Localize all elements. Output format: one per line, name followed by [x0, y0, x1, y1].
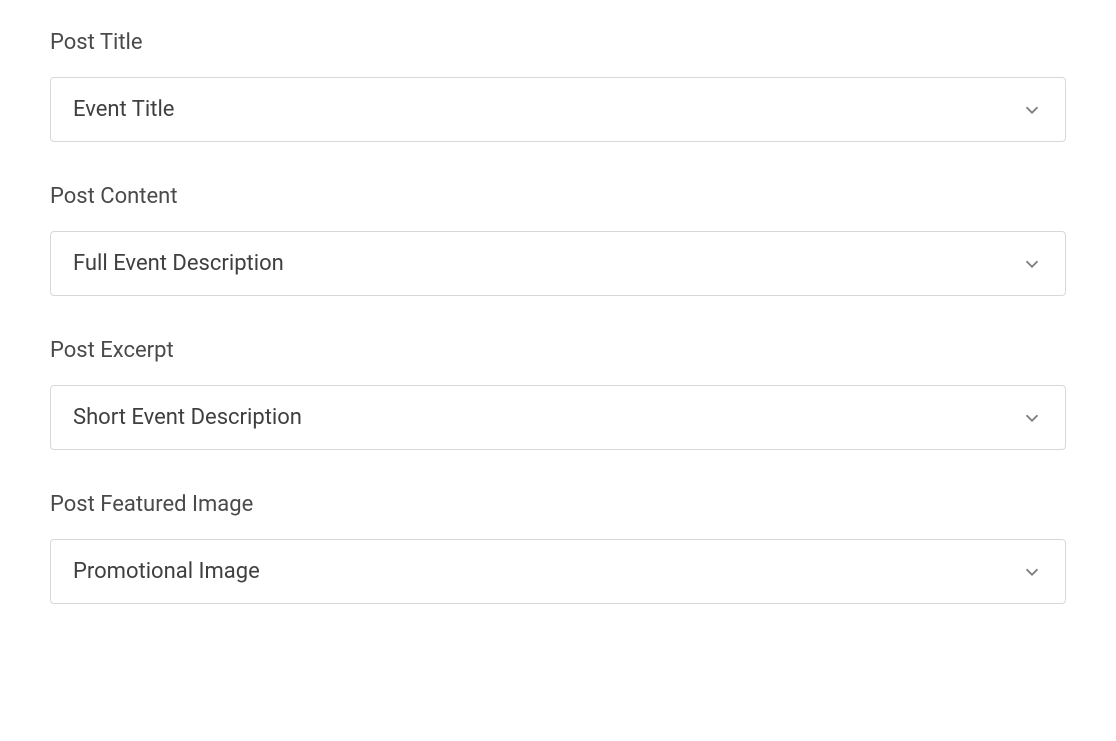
select-post-title[interactable]: Event Title — [50, 77, 1066, 142]
field-mapping-form: Post Title Event Title Post Content Full… — [50, 30, 1066, 646]
select-post-featured-image[interactable]: Promotional Image — [50, 539, 1066, 604]
chevron-down-icon — [1021, 561, 1043, 583]
select-value: Full Event Description — [73, 251, 1021, 276]
select-value: Short Event Description — [73, 405, 1021, 430]
select-value: Promotional Image — [73, 559, 1021, 584]
field-group-post-featured-image: Post Featured Image Promotional Image — [50, 492, 1066, 604]
field-group-post-excerpt: Post Excerpt Short Event Description — [50, 338, 1066, 450]
chevron-down-icon — [1021, 253, 1043, 275]
field-group-post-title: Post Title Event Title — [50, 30, 1066, 142]
field-label: Post Excerpt — [50, 338, 1066, 363]
field-label: Post Title — [50, 30, 1066, 55]
field-group-post-content: Post Content Full Event Description — [50, 184, 1066, 296]
chevron-down-icon — [1021, 407, 1043, 429]
select-value: Event Title — [73, 97, 1021, 122]
select-post-excerpt[interactable]: Short Event Description — [50, 385, 1066, 450]
select-post-content[interactable]: Full Event Description — [50, 231, 1066, 296]
field-label: Post Content — [50, 184, 1066, 209]
chevron-down-icon — [1021, 99, 1043, 121]
field-label: Post Featured Image — [50, 492, 1066, 517]
